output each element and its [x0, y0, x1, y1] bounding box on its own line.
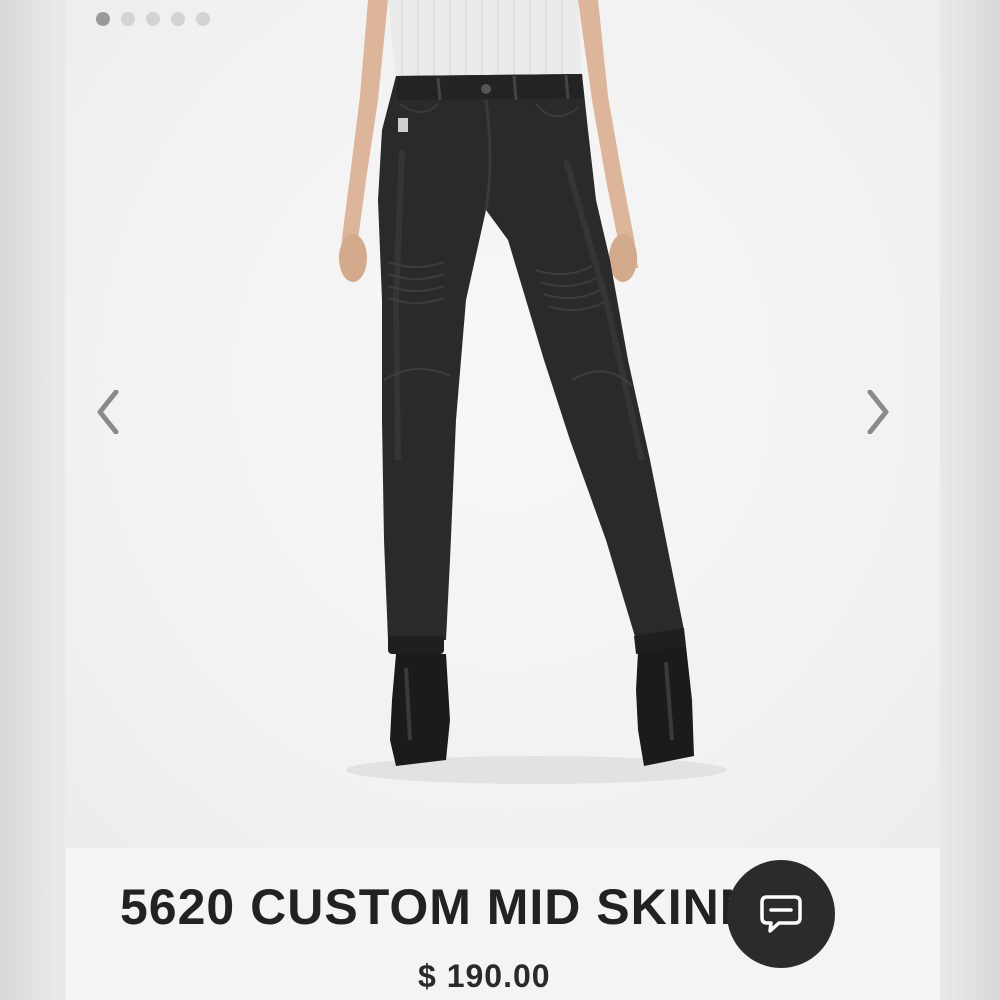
chat-bubble-icon	[760, 895, 802, 933]
previous-image-button[interactable]	[96, 390, 136, 450]
chevron-left-icon	[97, 390, 119, 434]
carousel-pagination	[96, 12, 210, 26]
carousel-dot-4[interactable]	[171, 12, 185, 26]
product-image[interactable]	[66, 0, 940, 848]
chat-button[interactable]	[727, 860, 835, 968]
carousel-dot-5[interactable]	[196, 12, 210, 26]
product-price: $ 190.00	[418, 958, 551, 994]
product-screen: 5620 CUSTOM MID SKINNY. $ 190.00	[66, 0, 940, 1000]
chevron-right-icon	[867, 390, 889, 434]
next-image-button[interactable]	[866, 390, 906, 450]
jeans-model-illustration	[339, 0, 726, 784]
carousel-dot-2[interactable]	[121, 12, 135, 26]
carousel-dot-1[interactable]	[96, 12, 110, 26]
carousel-dot-3[interactable]	[146, 12, 160, 26]
